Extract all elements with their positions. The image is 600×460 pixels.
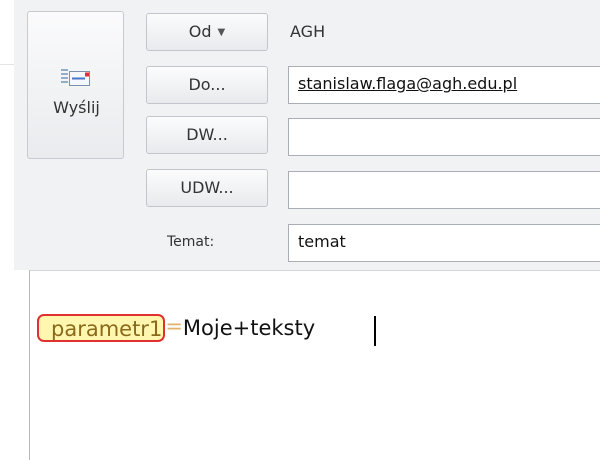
to-field[interactable]: stanislaw.flaga@agh.edu.pl [288, 66, 600, 104]
body-rest-text: Moje+teksty [182, 316, 316, 340]
text-cursor [374, 316, 376, 346]
subject-field[interactable]: temat [288, 224, 600, 262]
bcc-button-label: UDW... [180, 178, 234, 197]
from-button-label: Od [188, 22, 212, 41]
from-value: AGH [290, 22, 326, 41]
dropdown-arrow-icon: ▼ [217, 27, 226, 38]
to-button[interactable]: Do... [146, 66, 268, 104]
send-label: Wyślij [53, 98, 100, 117]
message-body[interactable] [29, 270, 600, 460]
to-button-label: Do... [188, 75, 226, 94]
send-button[interactable]: Wyślij [27, 11, 124, 159]
message-body-text: parametr1 =Moje+teksty [37, 314, 315, 342]
cc-button[interactable]: DW... [146, 116, 268, 154]
cc-field[interactable] [288, 118, 600, 156]
from-button[interactable]: Od ▼ [146, 13, 268, 51]
left-strip [0, 0, 14, 455]
separator-line [0, 64, 14, 65]
bcc-button[interactable]: UDW... [146, 169, 268, 207]
equals-sign: = [165, 314, 183, 338]
send-envelope-icon [61, 69, 90, 86]
cc-button-label: DW... [186, 125, 228, 144]
param-highlight: parametr1 [37, 314, 166, 342]
bcc-field[interactable] [288, 171, 600, 209]
subject-label: Temat: [167, 234, 215, 250]
